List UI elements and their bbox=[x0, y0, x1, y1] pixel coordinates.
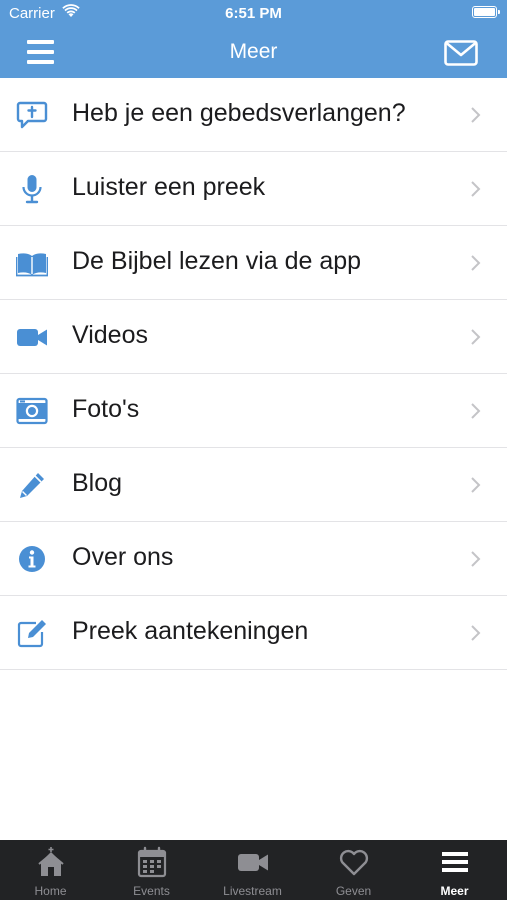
menu-item-about[interactable]: Over ons bbox=[0, 522, 507, 596]
microphone-icon bbox=[16, 174, 48, 204]
tab-label: Home bbox=[34, 884, 67, 898]
chevron-right-icon bbox=[470, 254, 482, 272]
menu-item-blog[interactable]: Blog bbox=[0, 448, 507, 522]
menu-item-photos[interactable]: Foto's bbox=[0, 374, 507, 448]
church-icon bbox=[35, 846, 67, 878]
tab-meer[interactable]: Meer bbox=[404, 840, 505, 900]
menu-item-prayer[interactable]: Heb je een gebedsverlangen? bbox=[0, 78, 507, 152]
pencil-icon bbox=[16, 470, 48, 500]
status-bar: Carrier 6:51 PM bbox=[0, 0, 507, 28]
menu-item-label: Over ons bbox=[72, 543, 174, 571]
battery-icon bbox=[472, 6, 500, 18]
chevron-right-icon bbox=[470, 106, 482, 124]
menu-item-label: Foto's bbox=[72, 395, 140, 423]
header: Carrier 6:51 PM Meer bbox=[0, 0, 507, 78]
camera-icon bbox=[16, 396, 48, 426]
info-icon bbox=[16, 544, 48, 574]
edit-note-icon bbox=[16, 618, 48, 648]
status-time: 6:51 PM bbox=[225, 5, 282, 22]
tab-livestream[interactable]: Livestream bbox=[202, 840, 303, 900]
menu-list: Heb je een gebedsverlangen? Luister een … bbox=[0, 78, 507, 670]
menu-item-videos[interactable]: Videos bbox=[0, 300, 507, 374]
open-book-icon bbox=[16, 248, 48, 278]
menu-item-bible[interactable]: De Bijbel lezen via de app bbox=[0, 226, 507, 300]
menu-item-label: De Bijbel lezen via de app bbox=[72, 247, 362, 275]
menu-item-sermon-notes[interactable]: Preek aantekeningen bbox=[0, 596, 507, 670]
tab-home[interactable]: Home bbox=[0, 840, 101, 900]
page-title: Meer bbox=[229, 40, 278, 63]
chevron-right-icon bbox=[470, 180, 482, 198]
menu-item-label: Blog bbox=[72, 469, 123, 497]
tab-bar: Home Events Livestream Geven Meer bbox=[0, 840, 507, 900]
chevron-right-icon bbox=[470, 328, 482, 346]
menu-item-label: Videos bbox=[72, 321, 148, 349]
menu-item-label: Preek aantekeningen bbox=[72, 617, 309, 645]
menu-item-label: Luister een preek bbox=[72, 173, 266, 201]
tab-geven[interactable]: Geven bbox=[303, 840, 404, 900]
envelope-icon[interactable] bbox=[444, 40, 478, 66]
menu-item-label: Heb je een gebedsverlangen? bbox=[72, 99, 406, 127]
calendar-icon bbox=[136, 846, 168, 878]
tab-events[interactable]: Events bbox=[101, 840, 202, 900]
heart-icon bbox=[338, 846, 370, 878]
tab-label: Geven bbox=[335, 884, 372, 898]
tab-label: Events bbox=[133, 884, 170, 898]
prayer-chat-icon bbox=[16, 100, 48, 130]
video-camera-icon bbox=[16, 322, 48, 352]
chevron-right-icon bbox=[470, 402, 482, 420]
video-camera-icon bbox=[237, 846, 269, 878]
menu-item-sermon[interactable]: Luister een preek bbox=[0, 152, 507, 226]
chevron-right-icon bbox=[470, 550, 482, 568]
tab-label: Livestream bbox=[223, 884, 282, 898]
navbar: Meer bbox=[0, 28, 507, 78]
tab-label: Meer bbox=[440, 884, 469, 898]
chevron-right-icon bbox=[470, 624, 482, 642]
chevron-right-icon bbox=[470, 476, 482, 494]
hamburger-menu-icon bbox=[439, 846, 471, 878]
